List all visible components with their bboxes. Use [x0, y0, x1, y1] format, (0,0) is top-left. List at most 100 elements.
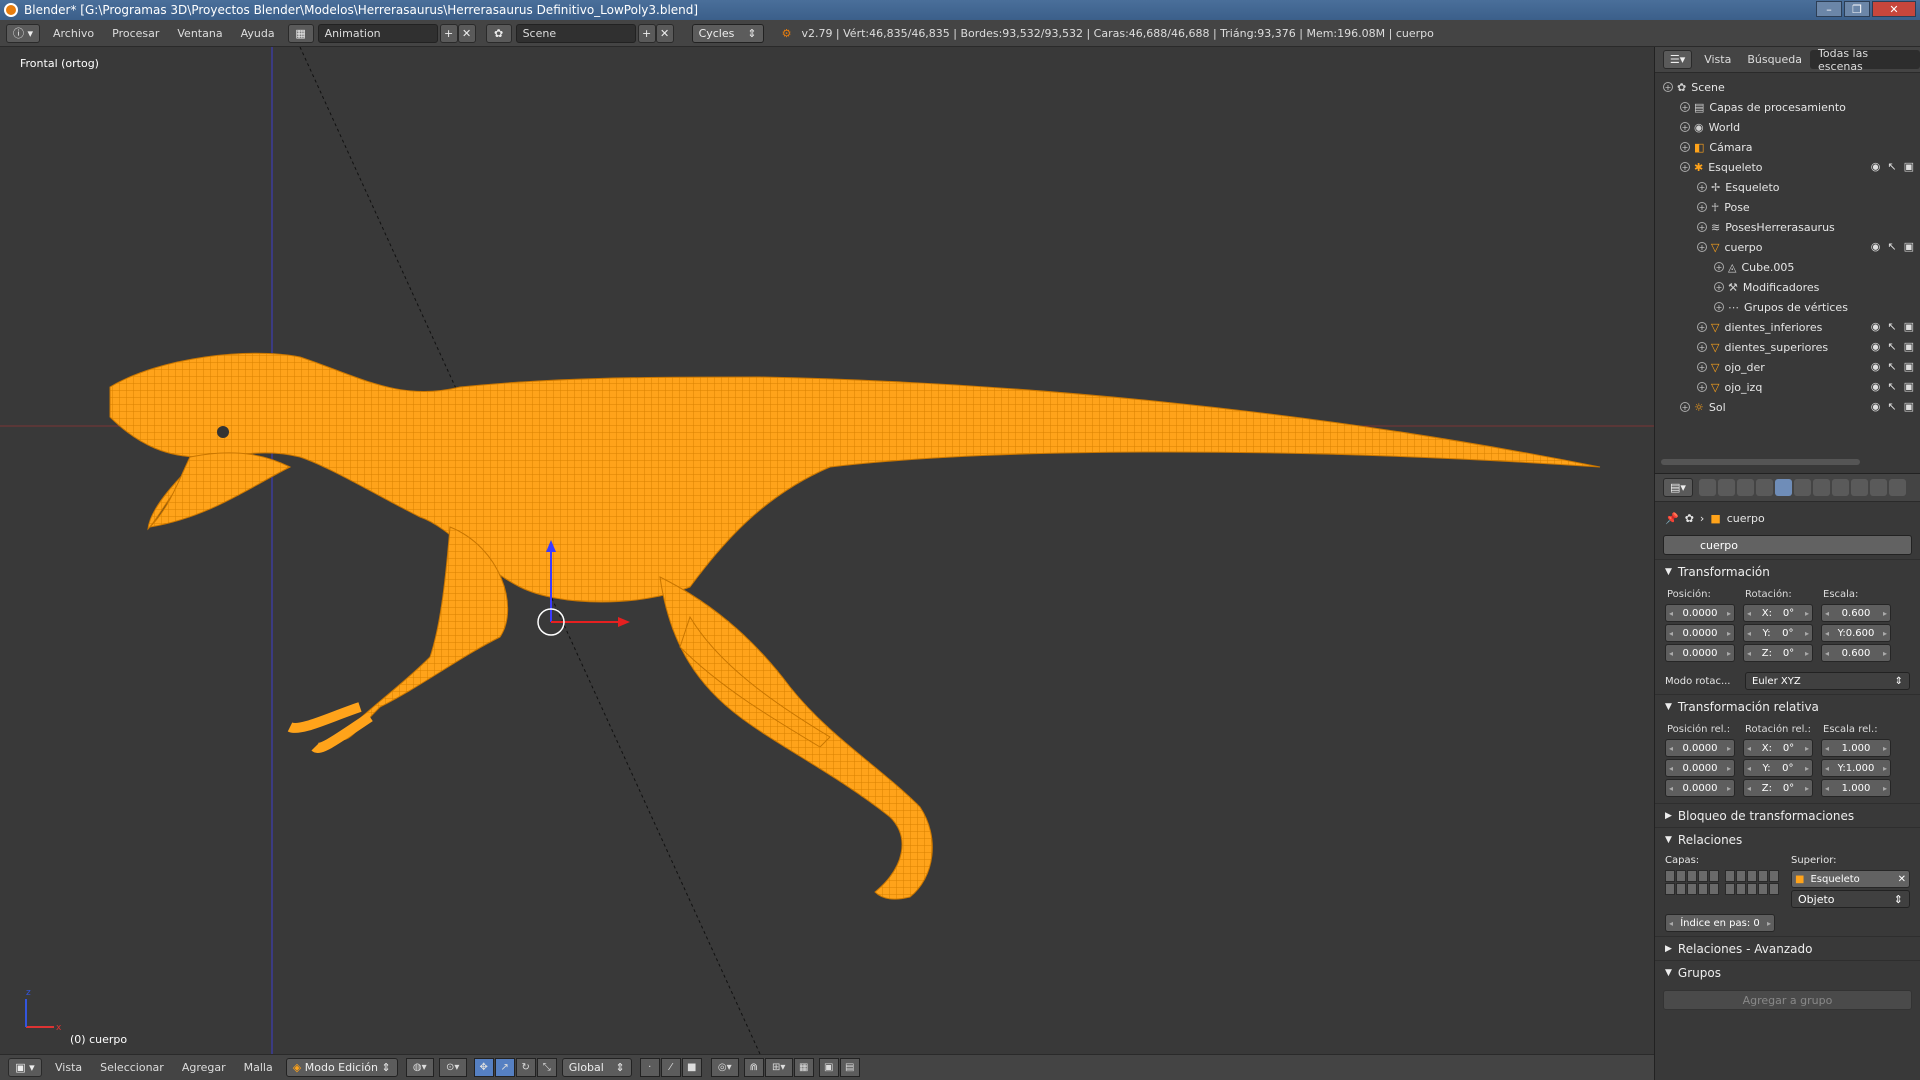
mode-select[interactable]: ◈ Modo Edición ⇕ — [285, 1058, 398, 1077]
expand-toggle-icon[interactable]: + — [1663, 82, 1673, 92]
outliner-item[interactable]: + ☥ Pose — [1655, 197, 1920, 217]
render-engine-select[interactable]: Cycles ⇕ — [691, 23, 764, 43]
camera-render-icon[interactable]: ▣ — [1904, 240, 1914, 253]
expand-toggle-icon[interactable]: + — [1680, 162, 1690, 172]
outliner-tab-busqueda[interactable]: Búsqueda — [1739, 50, 1810, 69]
cursor-icon[interactable]: ↖ — [1887, 240, 1896, 253]
screen-layout-field[interactable]: Animation — [317, 23, 438, 43]
eye-icon[interactable]: ◉ — [1871, 360, 1881, 373]
cursor-icon[interactable]: ↖ — [1887, 340, 1896, 353]
delta-location-z-field[interactable]: ◂ 0.0000 ▸ — [1665, 779, 1735, 797]
outliner-item[interactable]: + ▽ dientes_superiores ◉ ↖ ▣ — [1655, 337, 1920, 357]
cursor-icon[interactable]: ↖ — [1887, 380, 1896, 393]
expand-toggle-icon[interactable]: + — [1697, 202, 1707, 212]
outliner-item[interactable]: + ≋ PosesHerrerasaurus — [1655, 217, 1920, 237]
translate-manipulator[interactable]: ↗ — [494, 1058, 515, 1077]
data-tab-icon[interactable] — [1832, 479, 1849, 496]
outliner-item[interactable]: + ✱ Esqueleto ◉ ↖ ▣ — [1655, 157, 1920, 177]
minimize-button[interactable]: – — [1816, 1, 1842, 17]
expand-toggle-icon[interactable]: + — [1714, 262, 1724, 272]
texture-tab-icon[interactable] — [1870, 479, 1887, 496]
cursor-icon[interactable]: ↖ — [1887, 320, 1896, 333]
camera-render-icon[interactable]: ▣ — [1904, 400, 1914, 413]
cursor-icon[interactable]: ↖ — [1887, 160, 1896, 173]
opengl-render-button[interactable]: ▣ — [818, 1058, 839, 1077]
editor-type-properties-button[interactable]: ▤▾ — [1663, 478, 1693, 497]
layers-grid[interactable] — [1665, 870, 1779, 895]
outliner-item[interactable]: + ◬ Cube.005 — [1655, 257, 1920, 277]
expand-toggle-icon[interactable]: + — [1714, 302, 1724, 312]
editor-type-3dview-button[interactable]: ▣ ▾ — [8, 1058, 42, 1077]
menu-agregar[interactable]: Agregar — [173, 1061, 235, 1074]
delta-rotation-z-field[interactable]: ◂ Z: 0° ▸ — [1743, 779, 1813, 797]
expand-toggle-icon[interactable]: + — [1697, 182, 1707, 192]
pivot-point-button[interactable]: ⊙▾ — [438, 1058, 467, 1077]
location-z-field[interactable]: ◂ 0.0000 ▸ — [1665, 644, 1735, 662]
editor-type-info-button[interactable]: ⓘ ▾ — [6, 23, 40, 43]
world-tab-icon[interactable] — [1756, 479, 1773, 496]
rotate-manipulator[interactable]: ↻ — [515, 1058, 536, 1077]
menu-malla[interactable]: Malla — [235, 1061, 282, 1074]
constraints-tab-icon[interactable] — [1794, 479, 1811, 496]
expand-toggle-icon[interactable]: + — [1680, 102, 1690, 112]
menu-ayuda[interactable]: Ayuda — [232, 27, 284, 40]
outliner-tab-todas-escenas[interactable]: Todas las escenas — [1810, 47, 1920, 73]
outliner-item[interactable]: + ▽ ojo_izq ◉ ↖ ▣ — [1655, 377, 1920, 397]
expand-toggle-icon[interactable]: + — [1680, 402, 1690, 412]
render-tab-icon[interactable] — [1699, 479, 1716, 496]
pass-index-field[interactable]: ◂ Índice en pas: 0 ▸ — [1665, 914, 1775, 932]
cursor-icon[interactable]: ↖ — [1887, 400, 1896, 413]
3d-viewport[interactable]: z x Frontal (ortog) (0) cuerpo — [0, 47, 1654, 1054]
outliner-item[interactable]: + ◧ Cámara — [1655, 137, 1920, 157]
add-to-group-button[interactable]: Agregar a grupo — [1663, 990, 1912, 1010]
camera-render-icon[interactable]: ▣ — [1904, 340, 1914, 353]
outliner-tab-vista[interactable]: Vista — [1696, 50, 1739, 69]
close-window-button[interactable]: ✕ — [1872, 1, 1916, 17]
location-y-field[interactable]: ◂ 0.0000 ▸ — [1665, 624, 1735, 642]
transform-panel-header[interactable]: ▼ Transformación — [1655, 559, 1920, 583]
layer-grid-button[interactable]: ▦ — [793, 1058, 814, 1077]
render-layers-tab-icon[interactable] — [1718, 479, 1735, 496]
menu-seleccionar[interactable]: Seleccionar — [91, 1061, 173, 1074]
face-select-mode[interactable]: ■ — [681, 1058, 702, 1077]
menu-ventana[interactable]: Ventana — [168, 27, 231, 40]
menu-vista[interactable]: Vista — [46, 1061, 91, 1074]
eye-icon[interactable]: ◉ — [1871, 320, 1881, 333]
parent-field[interactable]: ■ Esqueleto ✕ — [1791, 870, 1910, 888]
snap-toggle[interactable]: ⋒ — [743, 1058, 764, 1077]
orientation-select[interactable]: Global ⇕ — [561, 1058, 632, 1077]
object-tab-icon[interactable] — [1775, 479, 1792, 496]
scene-field[interactable]: Scene — [515, 23, 636, 43]
delta-scale-y-field[interactable]: ◂ Y:1.000 ▸ — [1821, 759, 1891, 777]
groups-panel-header[interactable]: ▼ Grupos — [1655, 960, 1920, 984]
delta-scale-x-field[interactable]: ◂ 1.000 ▸ — [1821, 739, 1891, 757]
outliner-item[interactable]: + ◉ World — [1655, 117, 1920, 137]
delta-location-y-field[interactable]: ◂ 0.0000 ▸ — [1665, 759, 1735, 777]
remove-screen-button[interactable]: ✕ — [457, 23, 476, 43]
delta-scale-z-field[interactable]: ◂ 1.000 ▸ — [1821, 779, 1891, 797]
rotation-z-field[interactable]: ◂ Z: 0° ▸ — [1743, 644, 1813, 662]
transform-locks-panel-header[interactable]: ▶ Bloqueo de transformaciones — [1655, 803, 1920, 827]
location-x-field[interactable]: ◂ 0.0000 ▸ — [1665, 604, 1735, 622]
relations-advanced-panel-header[interactable]: ▶ Relaciones - Avanzado — [1655, 936, 1920, 960]
snap-element-button[interactable]: ⊞▾ — [764, 1058, 793, 1077]
outliner-item[interactable]: + ▤ Capas de procesamiento — [1655, 97, 1920, 117]
maximize-button[interactable]: ❐ — [1844, 1, 1870, 17]
delta-rotation-y-field[interactable]: ◂ Y: 0° ▸ — [1743, 759, 1813, 777]
eye-icon[interactable]: ◉ — [1871, 400, 1881, 413]
opengl-anim-button[interactable]: ▤ — [839, 1058, 860, 1077]
menu-procesar[interactable]: Procesar — [103, 27, 168, 40]
editor-type-outliner-button[interactable]: ☰▾ — [1663, 50, 1693, 69]
cursor-icon[interactable]: ↖ — [1887, 360, 1896, 373]
scale-y-field[interactable]: ◂ Y:0.600 ▸ — [1821, 624, 1891, 642]
pin-icon[interactable]: 📌 — [1665, 512, 1679, 525]
outliner-item[interactable]: + ✿ Scene — [1655, 77, 1920, 97]
screen-layout-icon-button[interactable]: ▦ — [287, 23, 314, 43]
expand-toggle-icon[interactable]: + — [1697, 382, 1707, 392]
eye-icon[interactable]: ◉ — [1871, 160, 1881, 173]
outliner-item[interactable]: + ⋯ Grupos de vértices — [1655, 297, 1920, 317]
scene-icon-button[interactable]: ✿ — [485, 23, 512, 43]
scale-x-field[interactable]: ◂ 0.600 ▸ — [1821, 604, 1891, 622]
scale-manipulator[interactable]: ⤡ — [536, 1058, 557, 1077]
camera-render-icon[interactable]: ▣ — [1904, 320, 1914, 333]
